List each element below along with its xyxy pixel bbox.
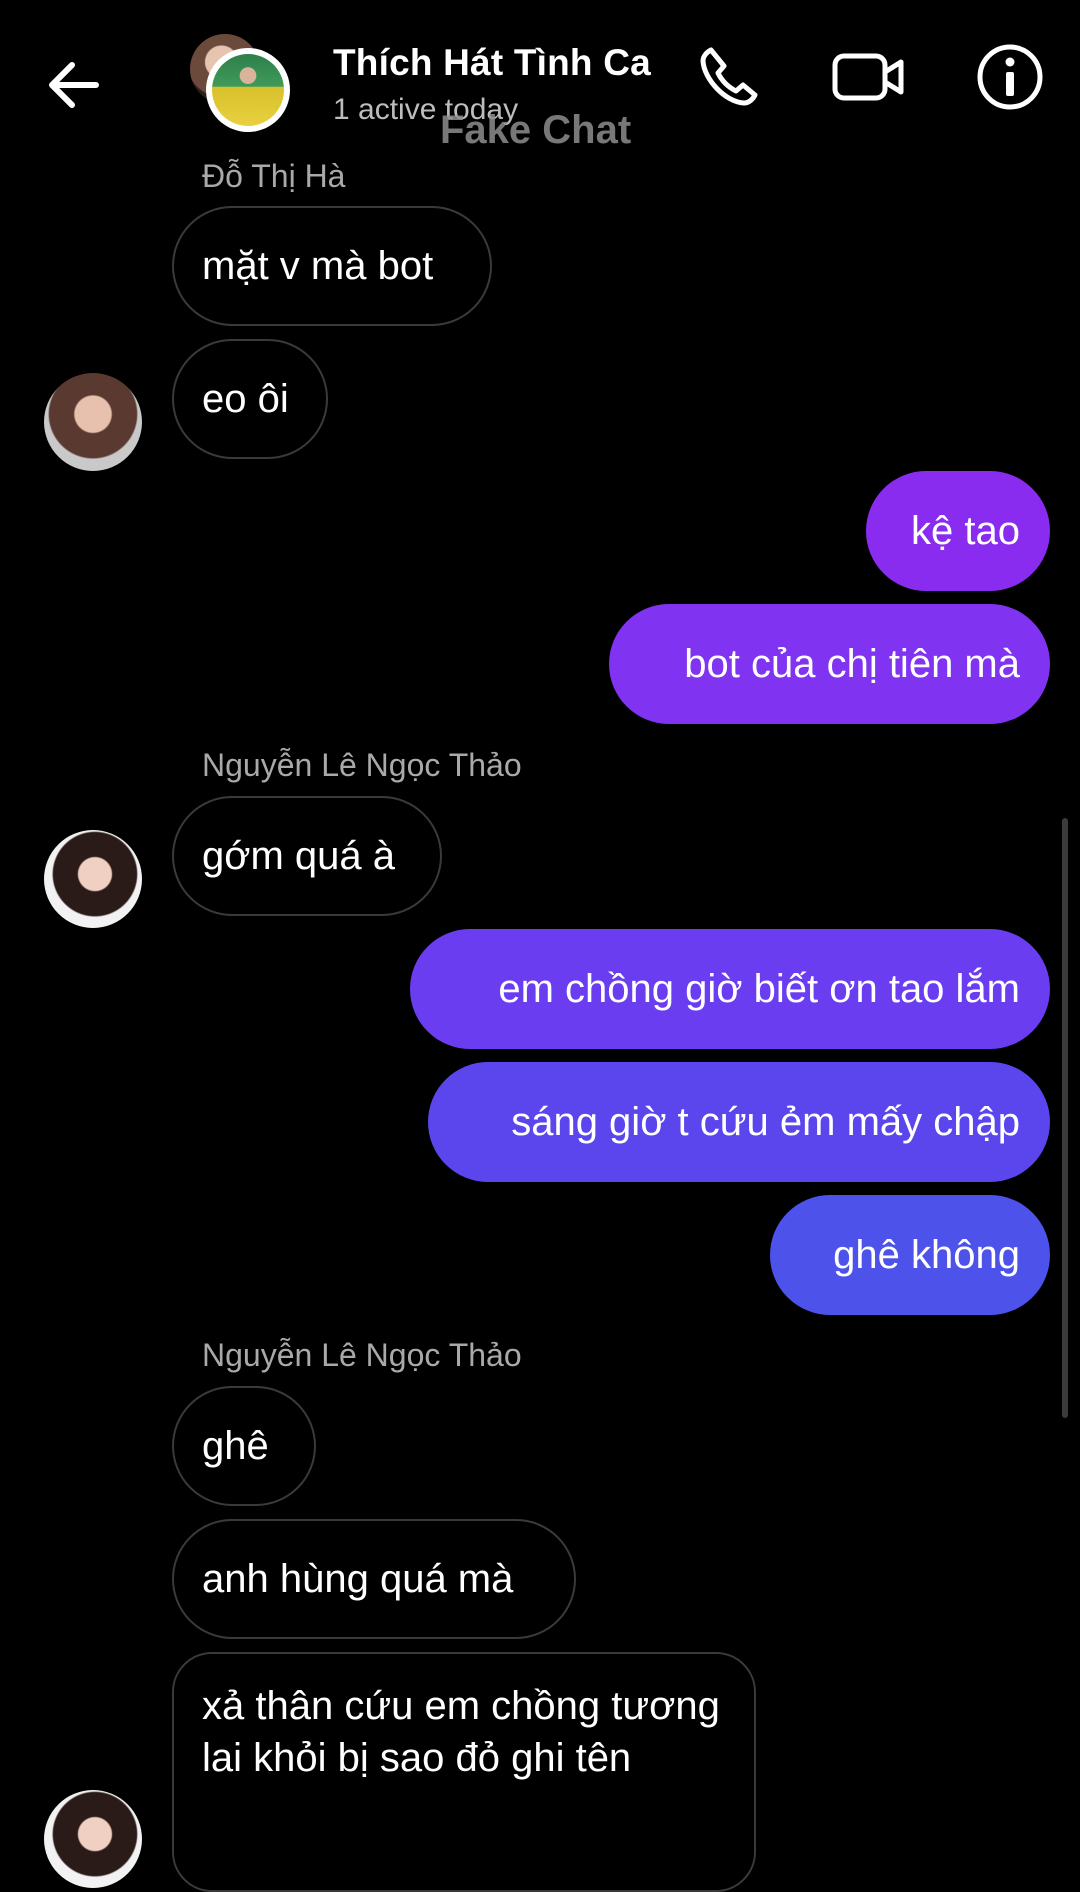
watermark: Fake Chat — [440, 108, 632, 152]
incoming-message[interactable]: eo ôi — [172, 339, 328, 459]
message-text: mặt v mà bot — [202, 244, 434, 288]
message-text: eo ôi — [202, 377, 289, 421]
sender-avatar[interactable] — [44, 373, 142, 471]
video-camera-icon[interactable] — [830, 42, 904, 112]
message-text: ghê không — [833, 1233, 1020, 1277]
sender-avatar[interactable] — [44, 830, 142, 928]
sender-name: Đỗ Thị Hà — [202, 158, 346, 194]
outgoing-message[interactable]: bot của chị tiên mà — [609, 604, 1050, 724]
phone-icon[interactable] — [693, 42, 763, 112]
message-text: xả thân cứu em chồng tương lai khỏi bị s… — [202, 1684, 720, 1780]
member-avatar-front — [206, 48, 290, 132]
message-text: kệ tao — [911, 509, 1020, 553]
incoming-message[interactable]: xả thân cứu em chồng tương lai khỏi bị s… — [172, 1652, 756, 1892]
info-icon[interactable] — [975, 42, 1045, 112]
sender-name: Nguyễn Lê Ngọc Thảo — [202, 1337, 522, 1373]
back-arrow-icon[interactable] — [44, 55, 104, 115]
chat-title[interactable]: Thích Hát Tình Ca — [333, 42, 651, 84]
outgoing-message[interactable]: em chồng giờ biết ơn tao lắm — [410, 929, 1050, 1049]
message-text: gớm quá à — [202, 834, 396, 878]
outgoing-message[interactable]: kệ tao — [866, 471, 1050, 591]
message-text: em chồng giờ biết ơn tao lắm — [498, 967, 1020, 1011]
message-text: sáng giờ t cứu ẻm mấy chập — [511, 1100, 1020, 1144]
incoming-message[interactable]: gớm quá à — [172, 796, 442, 916]
incoming-message[interactable]: ghê — [172, 1386, 316, 1506]
group-avatar[interactable] — [190, 34, 290, 134]
incoming-message[interactable]: anh hùng quá mà — [172, 1519, 576, 1639]
sender-avatar[interactable] — [44, 1790, 142, 1888]
message-text: ghê — [202, 1424, 269, 1468]
outgoing-message[interactable]: ghê không — [770, 1195, 1050, 1315]
outgoing-message[interactable]: sáng giờ t cứu ẻm mấy chập — [428, 1062, 1050, 1182]
message-text: bot của chị tiên mà — [684, 642, 1020, 686]
incoming-message[interactable]: mặt v mà bot — [172, 206, 492, 326]
scrollbar[interactable] — [1062, 818, 1068, 1418]
sender-name: Nguyễn Lê Ngọc Thảo — [202, 747, 522, 783]
message-text: anh hùng quá mà — [202, 1557, 514, 1601]
